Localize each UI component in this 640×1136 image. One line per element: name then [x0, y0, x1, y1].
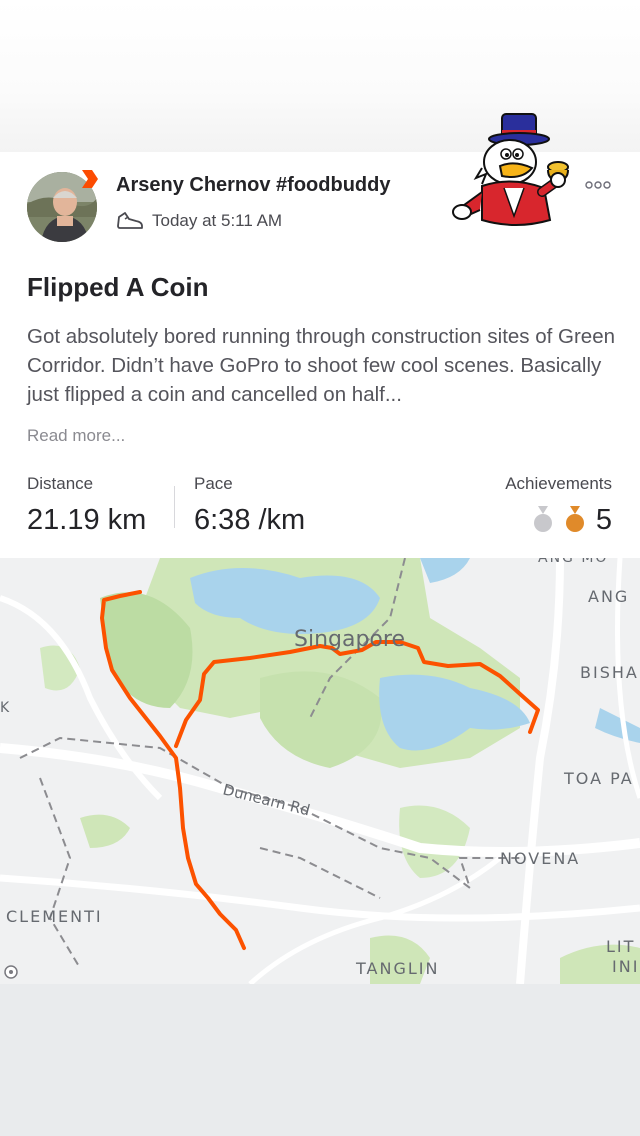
map-label-tanglin: TANGLIN	[355, 959, 439, 978]
activity-title[interactable]: Flipped A Coin	[27, 272, 209, 303]
author-name[interactable]: Arseny Chernov #foodbuddy	[116, 174, 390, 197]
map-label-ang-mo-kio: ANG MO	[538, 558, 608, 566]
map-label-bishan: BISHA	[580, 663, 639, 682]
map-label-novena: NOVENA	[500, 849, 580, 868]
read-more-link[interactable]: Read more...	[27, 426, 125, 446]
activity-meta: Today at 5:11 AM	[116, 210, 282, 232]
map-label-ini: INI	[612, 957, 639, 976]
map-label-clementi: CLEMENTI	[6, 907, 103, 926]
distance-label: Distance	[27, 474, 94, 493]
stat-divider	[174, 486, 175, 528]
map-label-toa-payoh: TOA PA	[563, 769, 634, 788]
mapbox-logo-icon[interactable]	[4, 965, 18, 979]
pace-value: 6:38 /km	[194, 504, 306, 536]
bottom-blank-area	[0, 984, 640, 1136]
map-label-lit: LIT	[606, 937, 635, 956]
pace-label: Pace	[194, 474, 233, 493]
achievements-label: Achievements	[505, 474, 612, 493]
map-label-ang: ANG	[588, 587, 629, 606]
map-label-singapore: Singapore	[294, 627, 405, 652]
distance-value: 21.19 km	[27, 504, 147, 536]
route-map[interactable]: Singapore Dunearn Rd CLEMENTI TANGLIN NO…	[0, 558, 640, 984]
silver-medal-icon	[534, 506, 552, 532]
activity-description: Got absolutely bored running through con…	[27, 325, 616, 406]
activity-timestamp: Today at 5:11 AM	[152, 211, 283, 230]
map-label-k: K	[0, 700, 10, 716]
bronze-medal-icon	[566, 506, 584, 532]
achievements-count[interactable]: 5	[596, 504, 612, 537]
more-dots-icon[interactable]	[584, 178, 612, 192]
brand-chevron-icon	[82, 170, 98, 188]
shoe-icon	[117, 212, 143, 229]
duck-mascot-sticker	[452, 113, 569, 226]
